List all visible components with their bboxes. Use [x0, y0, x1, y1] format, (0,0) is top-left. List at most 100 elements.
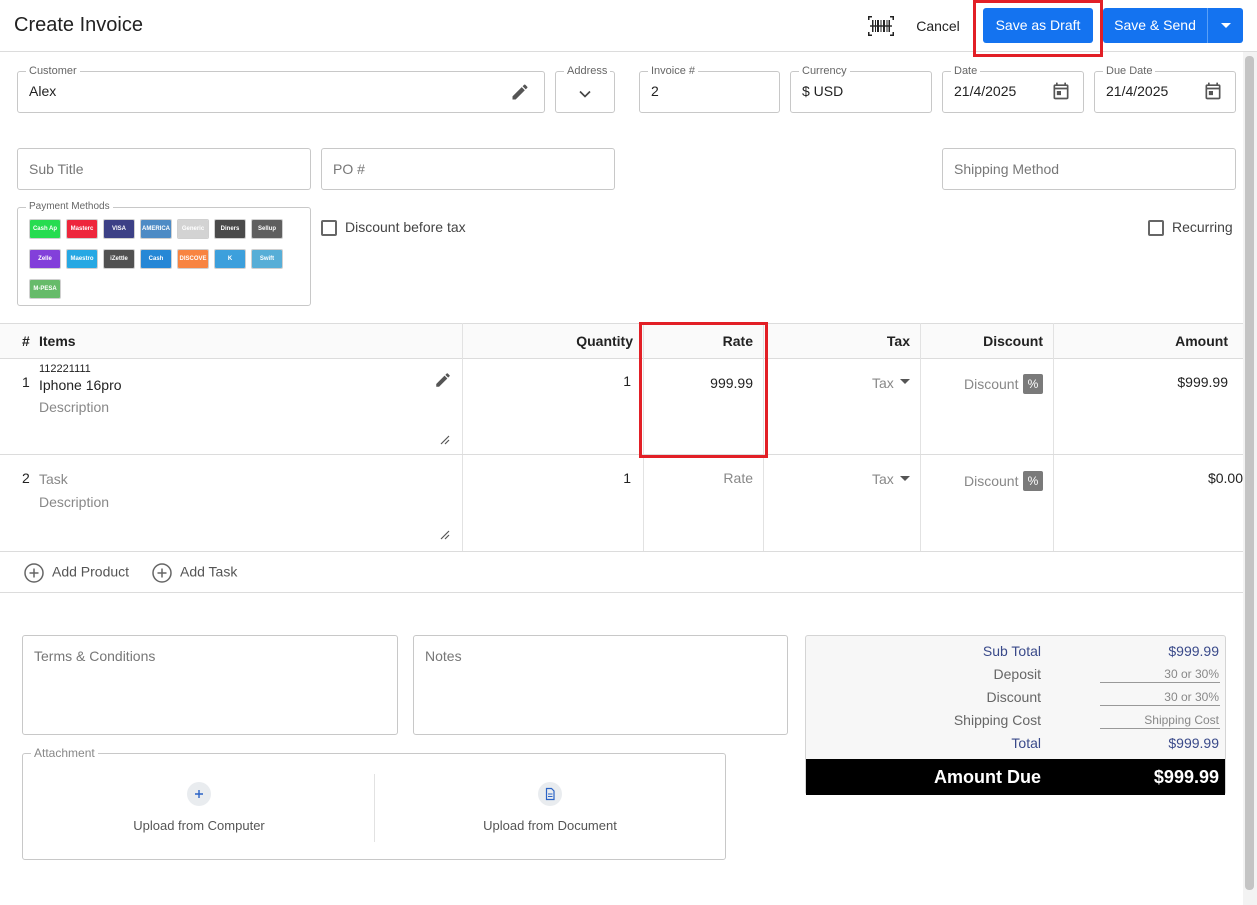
item-name[interactable]: Iphone 16pro	[39, 377, 122, 393]
shipping-cost-input[interactable]: Shipping Cost	[1099, 713, 1219, 727]
date-field[interactable]: Date 21/4/2025	[942, 65, 1084, 113]
items-table-header: # Items Quantity Rate Tax Discount Amoun…	[0, 323, 1243, 359]
payment-method-logo[interactable]: AMERICA	[140, 219, 172, 239]
resize-handle-icon[interactable]	[440, 435, 450, 445]
date-value: 21/4/2025	[954, 83, 1017, 99]
amount-due-label: Amount Due	[934, 767, 1041, 787]
due-date-label: Due Date	[1103, 65, 1156, 77]
payment-method-logo[interactable]: Diners	[214, 219, 246, 239]
deposit-underline	[1100, 682, 1220, 683]
payment-method-name: Cash Ap	[30, 220, 60, 238]
cancel-button[interactable]: Cancel	[906, 10, 970, 42]
shipping-method-input[interactable]: Shipping Method	[942, 148, 1236, 190]
invoice-number-field[interactable]: Invoice # 2	[639, 65, 780, 113]
discount-type-toggle[interactable]: %	[1023, 471, 1043, 491]
payment-method-logo[interactable]: Masterc	[66, 219, 98, 239]
address-label: Address	[564, 65, 611, 77]
upload-from-document-button[interactable]: Upload from Document	[375, 754, 725, 859]
save-options-dropdown-button[interactable]	[1208, 8, 1243, 43]
item-code: 112221111	[39, 363, 91, 375]
customer-value: Alex	[29, 83, 57, 99]
payment-method-name: Cash	[141, 250, 171, 268]
barcode-scan-icon[interactable]	[868, 16, 894, 36]
calendar-icon[interactable]	[1203, 81, 1223, 101]
pencil-icon[interactable]	[434, 371, 452, 389]
discount-underline	[1100, 705, 1220, 706]
chevron-down-icon	[579, 90, 591, 98]
customer-field[interactable]: Customer Alex	[17, 65, 545, 113]
payment-method-name: Sellup	[252, 220, 282, 238]
add-circle-icon	[152, 563, 172, 583]
save-and-send-button[interactable]: Save & Send	[1103, 8, 1207, 43]
payment-method-logo[interactable]: Cash Ap	[29, 219, 61, 239]
document-icon	[538, 782, 562, 806]
due-date-field[interactable]: Due Date 21/4/2025	[1094, 65, 1236, 113]
calendar-icon[interactable]	[1051, 81, 1071, 101]
payment-method-logo[interactable]: K	[214, 249, 246, 269]
tax-dropdown[interactable]: Tax	[872, 375, 894, 391]
notes-input[interactable]: Notes	[413, 635, 788, 735]
item-description-input[interactable]: Description	[39, 494, 109, 510]
save-as-draft-button[interactable]: Save as Draft	[983, 8, 1093, 43]
col-header-items: Items	[39, 333, 76, 349]
currency-field[interactable]: Currency $ USD	[790, 65, 932, 113]
quantity-input[interactable]: 1	[623, 470, 631, 486]
payment-method-logo[interactable]: Zelle	[29, 249, 61, 269]
col-divider	[643, 323, 644, 551]
quantity-input[interactable]: 1	[623, 373, 631, 389]
payment-methods-box: Payment Methods Cash Ap Masterc VISA AMERIC…	[17, 201, 311, 306]
payment-method-logo[interactable]: Generic	[177, 219, 209, 239]
discount-total-input[interactable]: 30 or 30%	[1099, 690, 1219, 704]
discount-input[interactable]: Discount	[964, 376, 1018, 392]
payment-method-name: K	[215, 250, 245, 268]
po-number-input[interactable]: PO #	[321, 148, 615, 190]
pencil-icon[interactable]	[510, 82, 530, 102]
payment-method-name: Zelle	[30, 250, 60, 268]
row-number: 1	[22, 374, 30, 390]
payment-method-name: iZettle	[104, 250, 134, 268]
recurring-checkbox[interactable]	[1148, 220, 1164, 236]
discount-input[interactable]: Discount	[964, 473, 1018, 489]
col-divider	[920, 323, 921, 551]
payment-method-logo[interactable]: VISA	[103, 219, 135, 239]
payment-method-logo[interactable]: Sellup	[251, 219, 283, 239]
currency-value: $ USD	[802, 83, 844, 99]
scrollbar-thumb[interactable]	[1245, 56, 1254, 890]
payment-method-name: Swift	[252, 250, 282, 268]
address-dropdown[interactable]: Address	[555, 65, 615, 113]
discount-before-tax-checkbox[interactable]	[321, 220, 337, 236]
row-amount: $0.00	[1207, 470, 1243, 486]
payment-method-logo[interactable]: Maestro	[66, 249, 98, 269]
resize-handle-icon[interactable]	[440, 530, 450, 540]
payment-method-name: VISA	[104, 220, 134, 238]
terms-placeholder: Terms & Conditions	[34, 648, 156, 664]
payment-methods-label: Payment Methods	[26, 201, 113, 213]
sub-title-input[interactable]: Sub Title	[17, 148, 311, 190]
sub-total-value: $999.99	[1168, 643, 1219, 659]
page-title: Create Invoice	[14, 14, 143, 36]
col-divider	[462, 323, 463, 551]
item-description-input[interactable]: Description	[39, 399, 109, 415]
upload-from-document-label: Upload from Document	[483, 818, 617, 833]
payment-method-name: Masterc	[67, 220, 97, 238]
total-label: Total	[1011, 735, 1041, 751]
rate-input[interactable]: 999.99	[710, 375, 753, 391]
tax-dropdown[interactable]: Tax	[872, 471, 894, 487]
rate-input[interactable]: Rate	[723, 470, 753, 486]
payment-method-logo[interactable]: M-PESA	[29, 279, 61, 299]
shipping-underline	[1100, 728, 1220, 729]
terms-and-conditions-input[interactable]: Terms & Conditions	[22, 635, 398, 735]
add-task-button[interactable]: Add Task	[152, 563, 237, 583]
payment-method-name: AMERICA	[141, 220, 171, 238]
upload-from-computer-button[interactable]: Upload from Computer	[23, 754, 373, 859]
upload-from-computer-label: Upload from Computer	[133, 818, 265, 833]
task-name-input[interactable]: Task	[39, 471, 68, 487]
deposit-input[interactable]: 30 or 30%	[1099, 667, 1219, 681]
payment-method-logo[interactable]: DISCOVE	[177, 249, 209, 269]
payment-method-logo[interactable]: Cash	[140, 249, 172, 269]
payment-method-logo[interactable]: iZettle	[103, 249, 135, 269]
payment-method-logo[interactable]: Swift	[251, 249, 283, 269]
discount-type-toggle[interactable]: %	[1023, 374, 1043, 394]
row-divider	[0, 454, 1243, 455]
add-product-button[interactable]: Add Product	[24, 563, 129, 583]
